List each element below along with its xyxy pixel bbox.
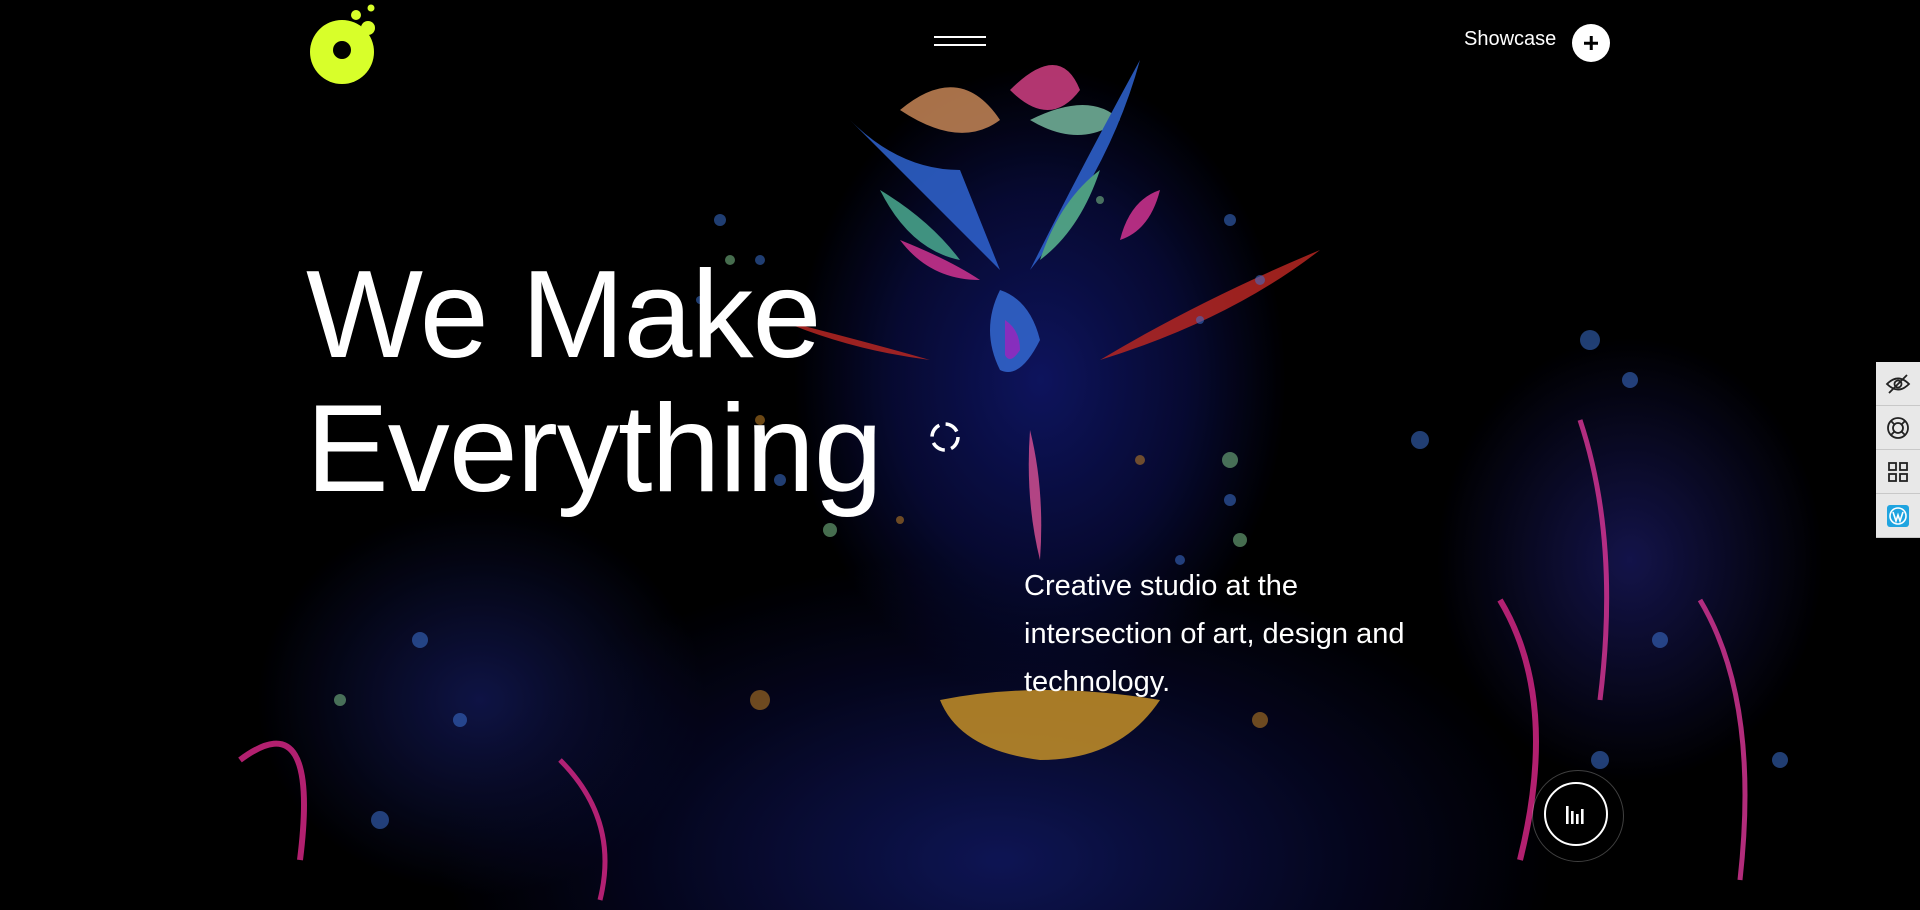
menu-line (934, 44, 986, 46)
hero-tagline: Creative studio at the intersection of a… (1024, 570, 1405, 698)
hero-background-image (0, 0, 1920, 910)
logo-mark-icon[interactable] (308, 2, 382, 84)
toolbar-support-button[interactable] (1876, 406, 1920, 450)
menu-line (934, 36, 986, 38)
hero-title-line-1: We Make (306, 246, 821, 384)
showcase-link[interactable]: Showcase (1464, 28, 1556, 51)
eye-off-icon (1885, 373, 1911, 394)
toolbar-grid-button[interactable] (1876, 450, 1920, 494)
plus-icon[interactable] (1572, 24, 1610, 62)
page: Showcase We Make Everything Creative stu… (0, 0, 1920, 910)
grid-icon (1888, 461, 1908, 482)
hero-title: We Make Everything (306, 246, 883, 518)
hero-title-line-2: Everything (306, 380, 883, 518)
toolbar-hide-button[interactable] (1876, 362, 1920, 406)
audio-toggle-button[interactable] (1544, 782, 1608, 846)
side-toolbar (1876, 362, 1920, 538)
loading-spinner-icon (930, 422, 960, 452)
wordpress-icon (1887, 504, 1909, 527)
toolbar-wordpress-button[interactable] (1876, 494, 1920, 538)
lifebuoy-icon (1887, 416, 1909, 439)
audio-bars-icon (1566, 806, 1584, 824)
hamburger-icon[interactable] (934, 32, 986, 52)
